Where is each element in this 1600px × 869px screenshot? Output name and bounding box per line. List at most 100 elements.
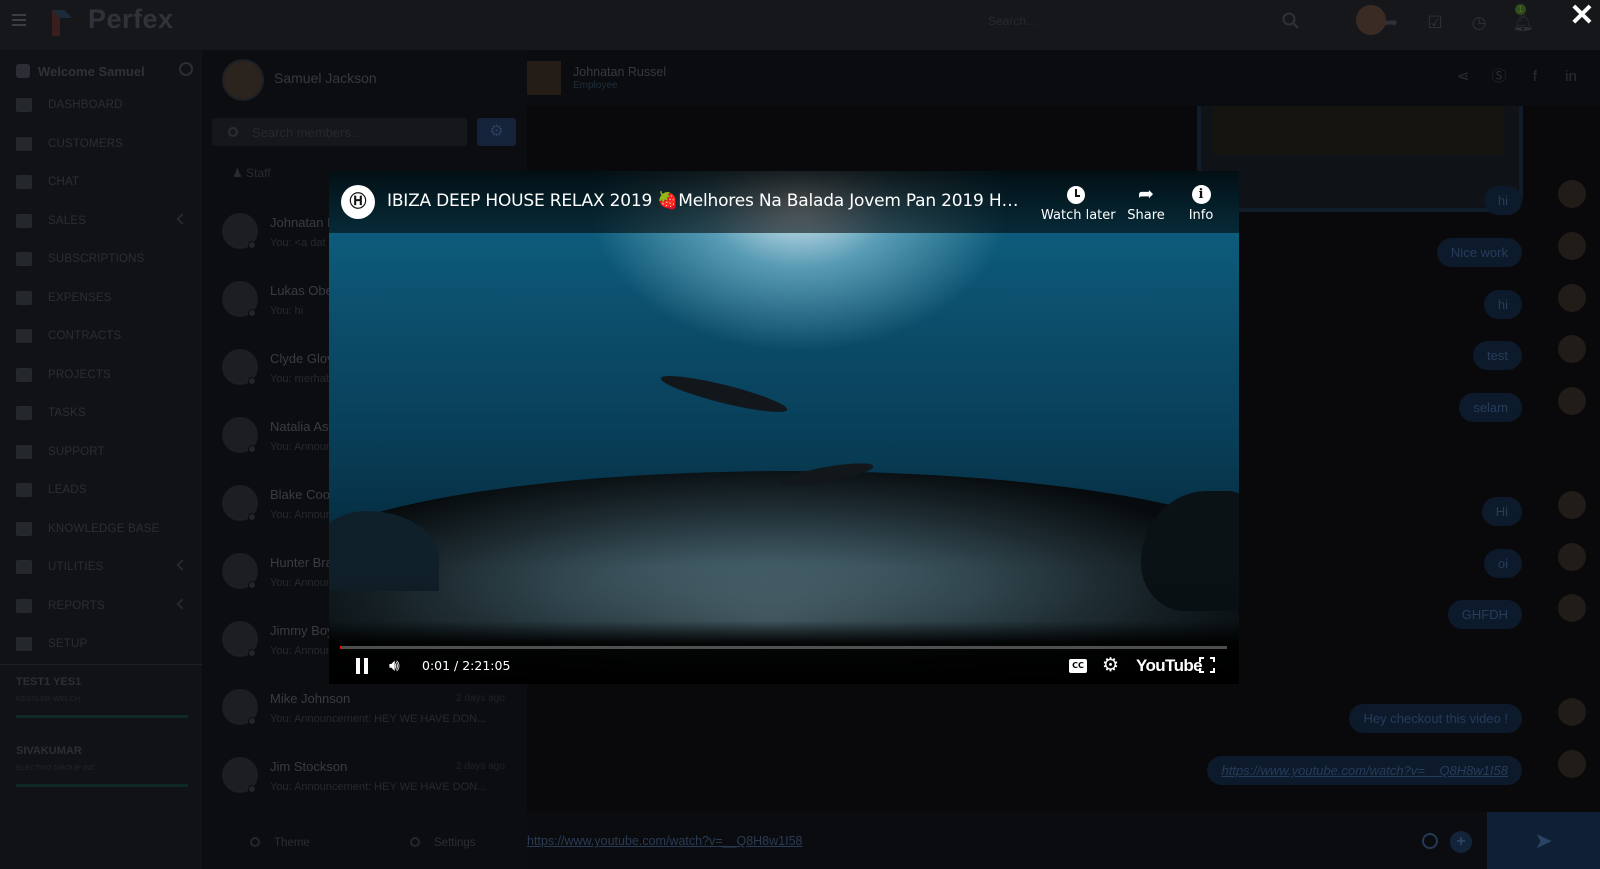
volume-icon[interactable]: 🔊︎ bbox=[389, 656, 400, 676]
sidebar-item-projects[interactable]: PROJECTS bbox=[0, 356, 202, 395]
video-player[interactable]: Ⓗ IBIZA DEEP HOUSE RELAX 2019 🍓Melhores … bbox=[329, 171, 1239, 684]
settings-gear-icon[interactable]: ⚙ bbox=[1102, 654, 1119, 676]
document-icon bbox=[16, 329, 32, 344]
theme-button[interactable]: Theme bbox=[250, 837, 310, 849]
sidebar-item-reports[interactable]: REPORTS bbox=[0, 587, 202, 626]
gear-icon bbox=[410, 837, 420, 847]
settings-button[interactable]: Settings bbox=[410, 837, 476, 849]
message-bubble[interactable]: https://www.youtube.com/watch?v=__Q8H8w1… bbox=[1207, 756, 1522, 785]
channel-logo-icon[interactable]: Ⓗ bbox=[341, 185, 375, 219]
file-icon bbox=[16, 290, 32, 305]
status-dot bbox=[248, 649, 256, 657]
contact-name: Mike Johnson bbox=[270, 691, 351, 706]
pause-icon[interactable] bbox=[355, 658, 369, 674]
video-progress-bar[interactable] bbox=[340, 646, 1227, 649]
company-name: SIVAKUMAR bbox=[16, 745, 82, 757]
sidebar-item-label: KNOWLEDGE BASE bbox=[48, 522, 160, 535]
add-icon[interactable]: + bbox=[1450, 831, 1472, 853]
checkbox-icon[interactable]: ☑ bbox=[1424, 12, 1446, 34]
list-item[interactable]: Jim Stockson 2 days ago You: Announcement:… bbox=[202, 744, 527, 812]
sidebar-item-expenses[interactable]: EXPENSES bbox=[0, 279, 202, 318]
time-display: 0:01 / 2:21:05 bbox=[422, 658, 511, 673]
search-icon[interactable] bbox=[1280, 12, 1302, 34]
sidebar-item-leads[interactable]: LEADS bbox=[0, 471, 202, 510]
avatar bbox=[1558, 491, 1586, 519]
contact-last-message: You: merhab bbox=[270, 373, 332, 385]
global-search-input[interactable]: Search... bbox=[988, 14, 1036, 28]
current-user-avatar bbox=[222, 59, 264, 101]
sidebar-item-sales[interactable]: SALES bbox=[0, 202, 202, 241]
status-dot bbox=[248, 785, 256, 793]
message-composer: https://www.youtube.com/watch?v=__Q8H8w1… bbox=[527, 812, 1600, 869]
search-icon[interactable] bbox=[1422, 833, 1438, 849]
sidebar-item-tasks[interactable]: TASKS bbox=[0, 394, 202, 433]
sidebar-item-customers[interactable]: CUSTOMERS bbox=[0, 125, 202, 164]
timer-icon[interactable]: ◷ bbox=[1468, 12, 1490, 34]
send-button[interactable]: ➤ bbox=[1487, 812, 1600, 869]
share-icon[interactable]: ➦ bbox=[1380, 12, 1402, 34]
contact-last-message: You: hi bbox=[270, 305, 304, 317]
sidebar-item-setup[interactable]: SETUP bbox=[0, 625, 202, 664]
sidebar-item-label: PROJECTS bbox=[48, 368, 111, 381]
status-dot bbox=[248, 513, 256, 521]
welcome-text: Welcome Samuel bbox=[38, 64, 145, 79]
avatar bbox=[1558, 750, 1586, 778]
sidebar-item-label: SALES bbox=[48, 214, 87, 227]
chevron-left-icon bbox=[176, 597, 188, 610]
chat-settings-button[interactable]: ⚙ bbox=[477, 118, 516, 146]
info-button[interactable]: i Info bbox=[1183, 183, 1219, 223]
status-dot bbox=[248, 241, 256, 249]
share-button[interactable]: ➦ Share bbox=[1126, 183, 1166, 223]
fullscreen-icon[interactable] bbox=[1199, 657, 1215, 673]
sidebar-item-label: CHAT bbox=[48, 176, 80, 189]
brand-name[interactable]: Perfex bbox=[88, 4, 174, 35]
company-card[interactable]: TEST1 YES1 KESSLER-WELCH bbox=[16, 676, 188, 718]
contact-last-message: You: Announ bbox=[270, 509, 332, 521]
company-subtitle: ELECTRO GROUP INC bbox=[16, 763, 96, 772]
current-user-name: Samuel Jackson bbox=[274, 70, 377, 86]
contact-name: Johnatan R bbox=[270, 215, 337, 230]
sidebar-item-knowledge-base[interactable]: KNOWLEDGE BASE bbox=[0, 510, 202, 549]
captions-icon[interactable]: CC bbox=[1069, 659, 1087, 673]
message-input[interactable]: https://www.youtube.com/watch?v=__Q8H8w1… bbox=[527, 834, 803, 848]
contact-last-message: You: <a dat bbox=[270, 237, 326, 249]
avatar bbox=[1558, 232, 1586, 260]
company-card[interactable]: SIVAKUMAR ELECTRO GROUP INC bbox=[16, 745, 188, 787]
sidebar-item-chat[interactable]: CHAT bbox=[0, 163, 202, 202]
member-search-input[interactable]: Search members... bbox=[212, 118, 467, 146]
sidebar-item-support[interactable]: SUPPORT bbox=[0, 433, 202, 472]
bell-icon[interactable]: 🔔︎ bbox=[1512, 12, 1534, 34]
info-label: Info bbox=[1188, 208, 1214, 223]
sidebar-item-label: TASKS bbox=[48, 407, 86, 420]
avatar bbox=[1558, 180, 1586, 208]
user-icon: ♟ bbox=[232, 166, 247, 180]
status-dot bbox=[248, 717, 256, 725]
contact-last-message: You: Announcement: HEY WE HAVE DON... bbox=[270, 781, 487, 793]
close-icon[interactable]: ✕ bbox=[1568, 1, 1596, 31]
top-bar: Perfex Search... ➦ ☑ ◷ 1 🔔︎ ✕ bbox=[0, 0, 1600, 50]
sidebar-item-subscriptions[interactable]: SUBSCRIPTIONS bbox=[0, 240, 202, 279]
contact-name: Lukas Ober bbox=[270, 283, 338, 298]
sidebar-item-label: REPORTS bbox=[48, 599, 105, 612]
list-item[interactable]: Mike Johnson 2 days ago You: Announcement:… bbox=[202, 676, 527, 744]
video-title[interactable]: IBIZA DEEP HOUSE RELAX 2019 🍓Melhores Na… bbox=[387, 191, 1029, 211]
youtube-logo[interactable]: YouTube bbox=[1136, 656, 1203, 676]
tty-icon bbox=[16, 483, 32, 498]
sidebar-item-contracts[interactable]: CONTRACTS bbox=[0, 317, 202, 356]
share-label: Share bbox=[1127, 208, 1165, 223]
message-bubble: oi bbox=[1483, 549, 1522, 578]
sidebar-item-dashboard[interactable]: DASHBOARD bbox=[0, 86, 202, 125]
status-dot bbox=[248, 445, 256, 453]
tab-staff[interactable]: ♟ Staff bbox=[232, 166, 271, 180]
watch-later-button[interactable]: Watch later bbox=[1041, 183, 1116, 223]
watch-later-label: Watch later bbox=[1041, 208, 1116, 223]
video-progress-fill bbox=[340, 646, 342, 649]
contact-last-message: You: Announ bbox=[270, 441, 332, 453]
company-progress-bar bbox=[16, 784, 188, 787]
contact-last-message: You: Announ bbox=[270, 577, 332, 589]
menu-toggle-icon[interactable] bbox=[12, 14, 26, 26]
welcome-row: Welcome Samuel bbox=[16, 62, 196, 82]
logout-icon[interactable] bbox=[179, 62, 193, 76]
tasks-icon bbox=[16, 406, 32, 421]
sidebar-item-utilities[interactable]: UTILITIES bbox=[0, 548, 202, 587]
